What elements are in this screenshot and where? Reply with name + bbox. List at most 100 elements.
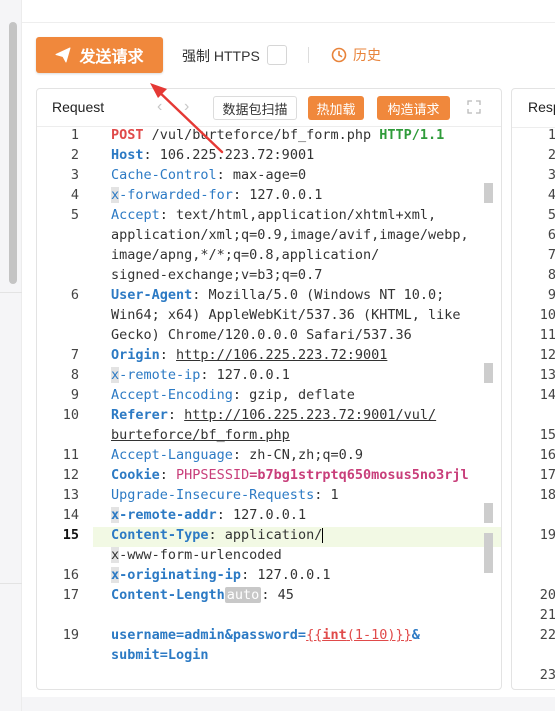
template-args: (1-10): [346, 627, 396, 643]
response-line-number: 23: [539, 667, 555, 683]
header-key: -forwarded-for: [119, 187, 233, 203]
header-line: Origin: http://106.225.223.72:9001: [111, 347, 387, 363]
send-request-label: 发送请求: [79, 49, 144, 66]
toolbar-divider: [308, 47, 309, 63]
header-key: Content-Length: [111, 587, 225, 603]
header-value: : zh-CN,zh;q=0.9: [232, 447, 363, 463]
header-key: Referer: [111, 407, 168, 423]
body-line-wrap: submit=Login: [111, 647, 209, 663]
header-line: User-Agent: Mozilla/5.0 (Windows NT 10.0…: [111, 287, 444, 303]
header-line-wrap: Gecko) Chrome/120.0.0.0 Safari/537.36: [111, 327, 412, 343]
response-line-number: 19: [539, 527, 555, 543]
header-value: : 127.0.0.1: [241, 567, 331, 583]
build-request-button[interactable]: 构造请求: [377, 96, 450, 120]
header-line-wrap: image/apng,*/*;q=0.8,application/: [111, 247, 380, 263]
header-key: Content-Type: [111, 527, 209, 543]
header-separator: :: [167, 407, 185, 423]
text-cursor: [322, 527, 324, 543]
chevron-left-icon[interactable]: ‹: [157, 98, 162, 116]
header-separator: :: [159, 347, 177, 363]
header-line-wrap: signed-exchange;v=b3;q=0.7: [111, 267, 323, 283]
header-key: Accept: [111, 207, 160, 223]
packet-scan-button[interactable]: 数据包扫描: [213, 96, 297, 120]
bottom-strip: [22, 697, 555, 711]
header-line: x-remote-addr: 127.0.0.1: [111, 507, 306, 523]
line-number: 19: [62, 627, 79, 643]
line-number: 12: [62, 467, 79, 483]
send-request-button[interactable]: 发送请求: [36, 37, 163, 73]
line-number: 11: [62, 447, 79, 463]
sidebar-scrollbar[interactable]: [9, 22, 17, 284]
response-line-number: 10: [539, 307, 555, 323]
scroll-marker: [484, 183, 493, 203]
response-panel-title: Resp: [528, 99, 555, 115]
response-line-number: 12: [539, 347, 555, 363]
cookie-value: =b7bg1strptq650mosus5no3rjl: [249, 467, 469, 483]
line-number: 13: [62, 487, 79, 503]
editor-scrollbar[interactable]: [484, 533, 493, 573]
header-line: Host: 106.225.223.72:9001: [111, 147, 314, 163]
response-line-number: 7: [536, 247, 555, 263]
rail-divider: [0, 583, 22, 584]
header-line: Cookie: PHPSESSID=b7bg1strptq650mosus5no…: [111, 467, 469, 483]
line-number: 9: [70, 387, 79, 403]
header-line: Cache-Control: max-age=0: [111, 167, 306, 183]
request-line: POST /vul/burteforce/bf_form.php HTTP/1.…: [111, 127, 444, 143]
header-key: -originating-ip: [119, 567, 242, 583]
header-value: : application/: [208, 527, 323, 543]
line-number: 10: [62, 407, 79, 423]
search-match: x: [111, 187, 120, 203]
send-icon: [55, 47, 71, 63]
header-value: : Mozilla/5.0 (Windows NT 10.0;: [192, 287, 445, 303]
line-number: 8: [70, 367, 79, 383]
body-text: &: [411, 627, 420, 643]
header-key: -remote-ip: [119, 367, 201, 383]
response-line-number: 20: [539, 587, 555, 603]
request-panel-header: Request ‹ › 数据包扫描 热加载 构造请求: [37, 89, 501, 127]
chevron-right-icon[interactable]: ›: [184, 98, 189, 116]
expand-icon[interactable]: [467, 100, 481, 114]
header-value: : 127.0.0.1: [216, 507, 307, 523]
header-key: Cookie: [111, 467, 160, 483]
line-number-gutter: 1 2 3 4 5 6 7 8 9 10 11 12 13 14 15 16 1…: [37, 127, 93, 689]
line-number: 16: [62, 567, 79, 583]
request-editor[interactable]: 1 2 3 4 5 6 7 8 9 10 11 12 13 14 15 16 1…: [37, 127, 501, 689]
auto-tag[interactable]: auto: [224, 587, 262, 603]
header-line: Accept-Encoding: gzip, deflate: [111, 387, 355, 403]
request-panel: Request ‹ › 数据包扫描 热加载 构造请求 1 2 3 4 5 6 7…: [36, 88, 502, 690]
response-line-number: 1: [536, 127, 555, 143]
header-line: x-originating-ip: 127.0.0.1: [111, 567, 330, 583]
history-button[interactable]: 历史: [331, 45, 381, 65]
code-area[interactable]: POST /vul/burteforce/bf_form.php HTTP/1.…: [111, 127, 491, 689]
header-line: Accept-Language: zh-CN,zh;q=0.9: [111, 447, 363, 463]
request-path: /vul/burteforce/bf_form.php: [143, 127, 380, 143]
header-line-wrap: application/xml;q=0.9,image/avif,image/w…: [111, 227, 469, 243]
toolbar: 发送请求 强制 HTTPS 历史: [22, 22, 555, 86]
hot-load-button[interactable]: 热加载: [308, 96, 364, 120]
response-line-number: 3: [536, 167, 555, 183]
header-value: : text/html,application/xhtml+xml,: [159, 207, 437, 223]
search-match: x: [111, 567, 120, 583]
http-method: POST: [111, 127, 144, 143]
line-number-active: 15: [62, 527, 79, 543]
response-line-number: 18: [539, 487, 555, 503]
rail-divider: [0, 292, 22, 293]
clock-icon: [331, 47, 347, 63]
line-number: 7: [70, 347, 79, 363]
force-https-checkbox[interactable]: [267, 45, 287, 65]
line-number: 17: [62, 587, 79, 603]
header-line: x-forwarded-for: 127.0.0.1: [111, 187, 322, 203]
response-panel: Resp 1 2 3 4 5 6 7 8 9 10 11 12 13 14 15…: [511, 88, 555, 690]
scroll-marker: [484, 503, 493, 523]
response-line-number: 8: [536, 267, 555, 283]
response-line-number: 5: [536, 207, 555, 223]
header-value: : 127.0.0.1: [200, 367, 290, 383]
header-separator: :: [159, 467, 177, 483]
line-number: 5: [70, 207, 79, 223]
header-value: : max-age=0: [216, 167, 307, 183]
line-number: 1: [70, 127, 79, 143]
header-key: Upgrade-Insecure-Requests: [111, 487, 315, 503]
line-number: 6: [70, 287, 79, 303]
header-key: Host: [111, 147, 144, 163]
header-key: User-Agent: [111, 287, 193, 303]
